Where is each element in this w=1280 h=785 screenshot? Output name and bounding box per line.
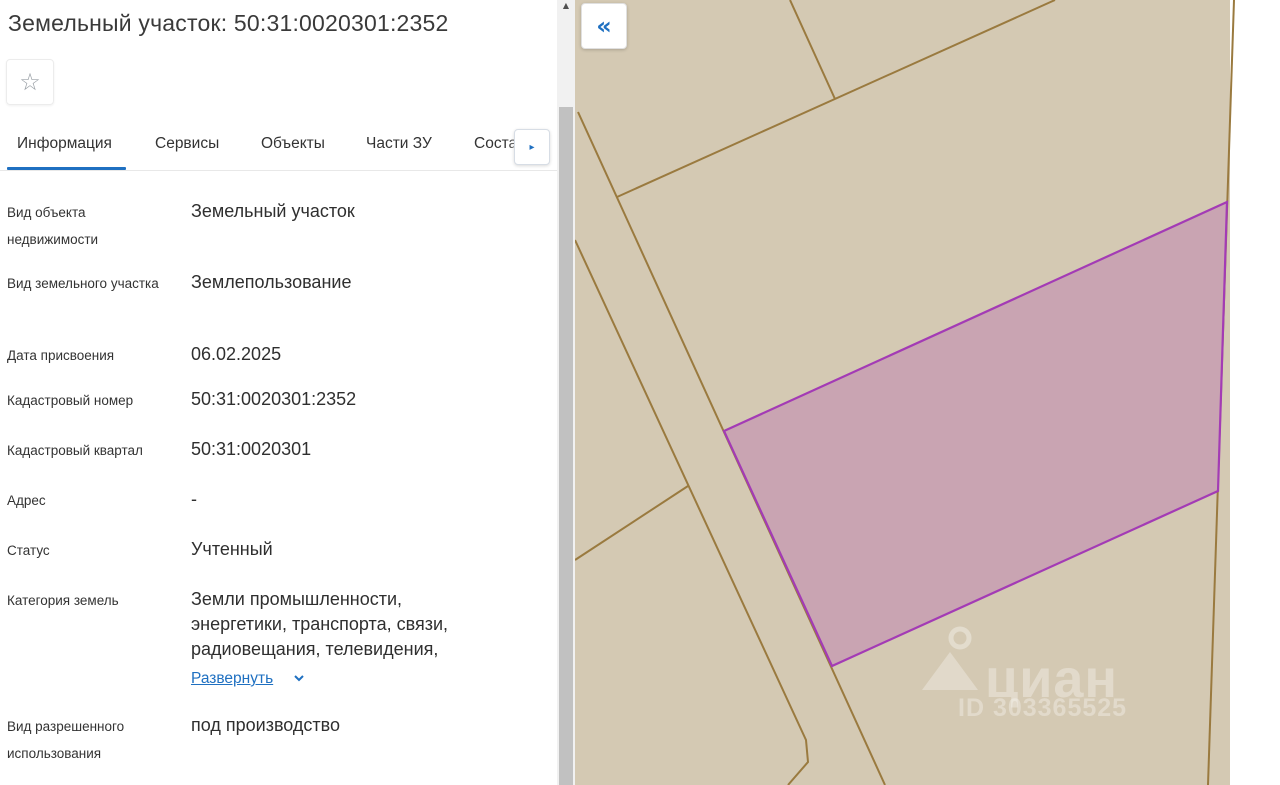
watermark-listing-id: ID 303365525 bbox=[958, 694, 1128, 722]
tab-services[interactable]: Сервисы bbox=[155, 135, 219, 153]
tab-land-parts[interactable]: Части ЗУ bbox=[366, 135, 432, 153]
field-label-cadastral-number: Кадастровый номер bbox=[7, 393, 134, 408]
field-value-land-type: Землепользование bbox=[191, 272, 352, 292]
field-value-land-category: Земли промышленности, энергетики, трансп… bbox=[191, 589, 449, 659]
tab-objects[interactable]: Объекты bbox=[261, 135, 325, 153]
field-value-cadastral-quarter: 50:31:0020301 bbox=[191, 439, 312, 459]
field-label-assigned-date: Дата присвоения bbox=[7, 348, 115, 363]
caret-right-icon: ▸ bbox=[529, 141, 535, 153]
star-icon: ☆ bbox=[19, 68, 41, 96]
field-label-status: Статус bbox=[7, 543, 50, 558]
info-panel: Земельный участок: 50:31:0020301:2352 ☆ … bbox=[0, 0, 557, 785]
field-value-status: Учтенный bbox=[191, 539, 273, 559]
tab-information[interactable]: Информация bbox=[17, 135, 112, 153]
field-value-object-type: Земельный участок bbox=[191, 201, 355, 221]
field-value-cadastral-number: 50:31:0020301:2352 bbox=[191, 389, 357, 409]
panel-scrollbar-thumb[interactable] bbox=[559, 107, 573, 785]
double-chevron-left-icon: « bbox=[596, 12, 612, 40]
field-label-land-category: Категория земель bbox=[7, 593, 119, 608]
field-label-permitted-use: Вид разрешенного использования bbox=[7, 719, 125, 761]
page-title: Земельный участок: 50:31:0020301:2352 bbox=[8, 10, 449, 36]
expand-link[interactable]: Развернуть bbox=[191, 670, 273, 688]
field-value-address: - bbox=[191, 489, 197, 509]
field-value-assigned-date: 06.02.2025 bbox=[191, 344, 282, 364]
field-label-address: Адрес bbox=[7, 493, 46, 508]
field-label-object-type: Вид объекта недвижимости bbox=[7, 205, 99, 247]
collapse-panel-button[interactable]: « bbox=[581, 3, 627, 49]
watermark-logo-icon bbox=[922, 626, 978, 690]
active-tab-indicator bbox=[7, 167, 126, 170]
favorite-button[interactable]: ☆ bbox=[6, 59, 54, 105]
tab-bar: Информация Сервисы Объекты Части ЗУ Сост… bbox=[0, 124, 557, 171]
chevron-down-icon[interactable] bbox=[292, 671, 306, 685]
scroll-up-arrow-icon[interactable]: ▲ bbox=[557, 0, 575, 14]
field-value-permitted-use: под производство bbox=[191, 715, 341, 735]
tabs-scroll-right-button[interactable]: ▸ bbox=[514, 129, 550, 165]
map-outer-area bbox=[1230, 0, 1280, 785]
field-label-land-type: Вид земельного участка bbox=[7, 276, 159, 291]
field-label-cadastral-quarter: Кадастровый квартал bbox=[7, 443, 143, 458]
